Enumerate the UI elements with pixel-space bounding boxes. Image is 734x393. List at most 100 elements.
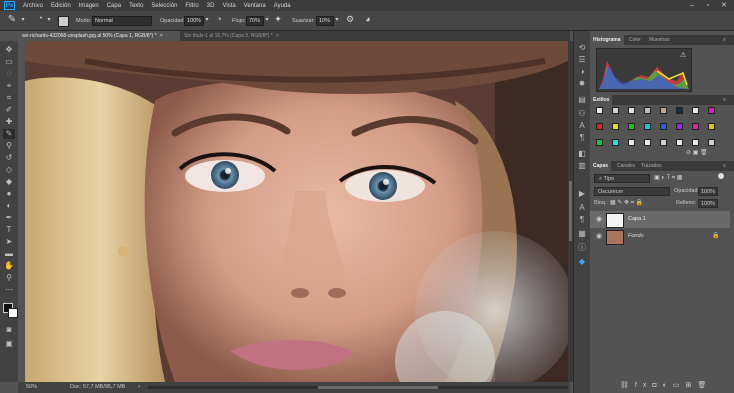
warning-icon[interactable]: ⚠	[680, 51, 686, 59]
chevron-down-icon[interactable]: ▾	[204, 16, 210, 23]
properties-icon[interactable]: ☰	[576, 55, 588, 65]
trash-icon[interactable]: 🗑	[697, 382, 712, 389]
fill-field[interactable]: 100%	[698, 199, 718, 208]
mask-icon[interactable]: ◘	[652, 382, 662, 389]
chevron-down-icon[interactable]: ▾	[46, 16, 52, 23]
pressure-size-icon[interactable]: ◕	[362, 14, 374, 24]
character-icon[interactable]: A	[576, 121, 588, 131]
pen-tool-icon[interactable]: ✒	[3, 213, 15, 223]
history-icon[interactable]: ⟲	[576, 43, 588, 53]
tab-color[interactable]: Color	[626, 35, 644, 45]
adjustments-icon[interactable]: ◑	[576, 67, 588, 77]
screen-mode-icon[interactable]: ▣	[3, 339, 15, 349]
rectangle-tool-icon[interactable]: ▬	[3, 249, 15, 259]
hand-tool-icon[interactable]: ✋	[3, 261, 15, 271]
adjustment-layer-icon[interactable]: ◐	[663, 382, 673, 389]
swatches-icon[interactable]: ✸	[576, 79, 588, 89]
minimize-icon[interactable]: –	[684, 0, 700, 11]
gear-icon[interactable]: ⚙	[344, 14, 356, 25]
style-swatch[interactable]	[708, 123, 715, 130]
horizontal-scrollbar[interactable]	[148, 386, 568, 389]
eyedropper-tool-icon[interactable]: ✐	[3, 105, 15, 115]
flow-field[interactable]: 70%	[246, 16, 264, 26]
clone-source-icon[interactable]: ⚇	[576, 109, 588, 119]
blend-mode-select[interactable]: Oscurecer	[594, 187, 670, 196]
style-swatch[interactable]	[644, 107, 651, 114]
tab-close-icon[interactable]: ×	[160, 33, 163, 39]
document-canvas[interactable]	[25, 41, 568, 382]
eye-icon[interactable]: ◉	[596, 215, 602, 223]
style-swatch[interactable]	[692, 139, 699, 146]
menu-edicion[interactable]: Edición	[47, 3, 75, 9]
style-swatch[interactable]	[660, 123, 667, 130]
tab-document-1[interactable]: avi-richards-432068-unsplash.jpg al 50% …	[18, 31, 182, 41]
layer-opacity-field[interactable]: 100%	[698, 187, 718, 196]
glyphs-icon[interactable]: ◧	[576, 149, 588, 159]
style-swatch[interactable]	[676, 123, 683, 130]
style-swatch[interactable]	[612, 123, 619, 130]
menu-3d[interactable]: 3D	[203, 3, 219, 9]
chevron-down-icon[interactable]: ▾	[264, 16, 270, 23]
blur-tool-icon[interactable]: ●	[3, 189, 15, 199]
panel-menu-icon[interactable]: ≡	[720, 161, 729, 171]
menu-ayuda[interactable]: Ayuda	[270, 3, 295, 9]
eye-icon[interactable]: ◉	[596, 232, 602, 240]
style-swatch[interactable]	[612, 139, 619, 146]
maximize-icon[interactable]: ▫	[700, 0, 716, 11]
background-color-swatch[interactable]	[8, 308, 18, 318]
filter-toggle[interactable]	[718, 173, 724, 179]
chevron-down-icon[interactable]: ▾	[334, 16, 340, 23]
menu-ventana[interactable]: Ventana	[240, 3, 270, 9]
tab-channels[interactable]: Canales	[614, 161, 638, 171]
move-tool-icon[interactable]: ✥	[3, 45, 15, 55]
airbrush-icon[interactable]: ✦	[272, 14, 284, 25]
tab-close-icon[interactable]: ×	[276, 33, 279, 39]
menu-capa[interactable]: Capa	[103, 3, 125, 9]
layer-row-fondo[interactable]: ◉ Fondo 🔒	[590, 228, 730, 245]
style-swatch[interactable]	[676, 107, 683, 114]
zoom-level[interactable]: 50%	[26, 384, 37, 390]
quick-mask-icon[interactable]: ◙	[3, 325, 15, 335]
smoothing-field[interactable]: 10%	[316, 16, 334, 26]
chevron-down-icon[interactable]: ▾	[20, 16, 26, 23]
brush-panel-icon[interactable]	[58, 16, 69, 27]
style-swatch[interactable]	[628, 107, 635, 114]
opacity-field[interactable]: 100%	[184, 16, 204, 26]
artboard-tool-icon[interactable]: ▭	[3, 57, 15, 67]
scrollbar-thumb[interactable]	[318, 386, 438, 389]
brush-settings-icon[interactable]: ▤	[576, 95, 588, 105]
paragraph-styles-icon[interactable]: ¶	[576, 215, 588, 225]
style-swatch[interactable]	[596, 139, 603, 146]
menu-texto[interactable]: Texto	[125, 3, 147, 9]
fx-icon[interactable]: fx	[635, 382, 652, 389]
brush-tool-icon[interactable]: ✎	[6, 14, 18, 28]
tab-layers[interactable]: Capas	[590, 161, 612, 171]
layer-filter-icons[interactable]: ▣ ◐ T ⌗ ▦	[654, 174, 682, 182]
menu-filtro[interactable]: Filtro	[181, 3, 202, 9]
timeline-icon[interactable]: ▦	[576, 229, 588, 239]
tab-document-2[interactable]: Sin título-1 al 16,7% (Capa 3, RGB/8*) *…	[180, 31, 304, 41]
dodge-tool-icon[interactable]: ◐	[3, 201, 15, 211]
type-tool-icon[interactable]: T	[3, 225, 15, 235]
paragraph-icon[interactable]: ¶	[576, 133, 588, 143]
adobe-stock-icon[interactable]: ◆	[576, 257, 588, 267]
new-layer-icon[interactable]: ⊞	[685, 382, 697, 389]
healing-brush-icon[interactable]: ✚	[3, 117, 15, 127]
style-swatch[interactable]	[708, 139, 715, 146]
quick-select-tool-icon[interactable]: ⌖	[3, 81, 15, 91]
tab-histogram[interactable]: Histograma	[590, 35, 624, 45]
status-arrow-icon[interactable]: ›	[138, 384, 140, 390]
lasso-tool-icon[interactable]: ◌	[3, 69, 15, 79]
paint-bucket-icon[interactable]: ◆	[3, 177, 15, 187]
tab-swatches[interactable]: Muestras	[646, 35, 673, 45]
tab-paths[interactable]: Trazados	[638, 161, 665, 171]
style-swatch[interactable]	[628, 123, 635, 130]
panel-menu-icon[interactable]: ≡	[720, 35, 729, 45]
mode-select[interactable]: Normal	[92, 16, 152, 26]
menu-imagen[interactable]: Imagen	[75, 3, 103, 9]
style-swatch[interactable]	[692, 107, 699, 114]
style-swatch[interactable]	[692, 123, 699, 130]
style-swatch[interactable]	[708, 107, 715, 114]
tab-styles[interactable]: Estilos	[590, 95, 613, 105]
info-icon[interactable]: ⓘ	[576, 243, 588, 253]
